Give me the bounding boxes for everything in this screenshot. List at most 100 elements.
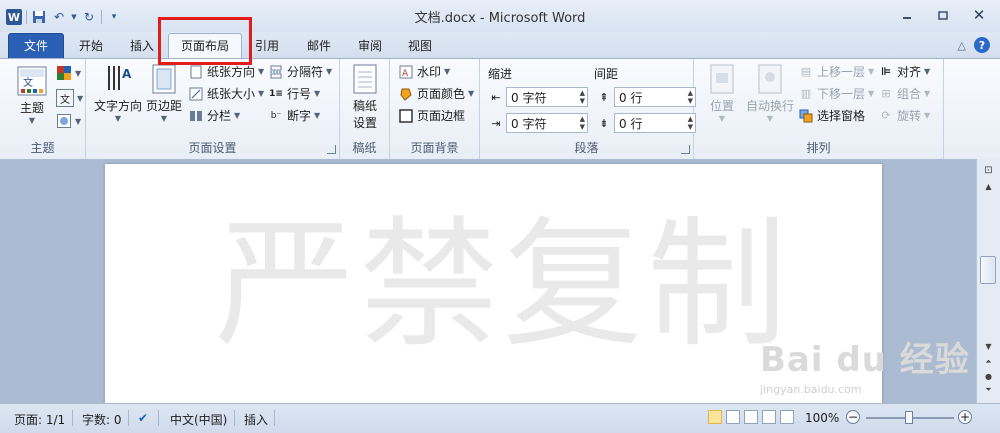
position-label: 位置	[709, 99, 734, 113]
print-layout-view-icon[interactable]	[708, 410, 722, 424]
scroll-down-icon[interactable]: ▼	[980, 339, 997, 353]
theme-colors-button[interactable]: ▼	[56, 65, 81, 81]
draft-paper-settings-button[interactable]: 稿纸 设置	[345, 63, 385, 131]
status-bar: 页面: 1/1 字数: 0 ✔ 中文(中国) 插入 100% − +	[0, 403, 1000, 433]
page-borders-icon	[398, 108, 414, 124]
next-page-icon[interactable]: ⏷	[980, 383, 997, 397]
right-indent-spinner-icon[interactable]: ▲ ▼	[580, 115, 585, 131]
paragraph-launcher-icon[interactable]	[681, 145, 690, 154]
hyphenation-button[interactable]: b⁻ 断字 ▼	[268, 107, 320, 124]
theme-effects-dropdown-icon: ▼	[75, 116, 82, 126]
page-borders-button[interactable]: 页面边框	[398, 107, 465, 124]
send-backward-button[interactable]: ▥ 下移一层 ▼	[798, 85, 874, 102]
group-label-page-background: 页面背景	[410, 141, 459, 155]
svg-text:文: 文	[23, 76, 33, 89]
tab-review[interactable]: 审阅	[346, 34, 394, 58]
columns-button[interactable]: 分栏 ▼	[188, 107, 240, 124]
highlight-box	[158, 17, 252, 65]
status-separator	[72, 410, 73, 426]
zoom-level[interactable]: 100%	[805, 411, 839, 425]
status-mode[interactable]: 插入	[244, 411, 268, 428]
zoom-out-icon[interactable]: −	[846, 410, 860, 424]
status-words[interactable]: 字数: 0	[82, 411, 122, 428]
tab-file[interactable]: 文件	[8, 33, 64, 58]
select-browse-object-icon[interactable]: ●	[980, 369, 997, 383]
close-button[interactable]: ✕	[968, 6, 990, 24]
tab-mailings[interactable]: 邮件	[294, 34, 344, 58]
status-separator-2	[128, 410, 129, 426]
group-themes: 文 主题 ▼ ▼ 文 ▼ ▼ 主题	[0, 59, 86, 159]
spacing-heading: 间距	[594, 67, 619, 81]
themes-button[interactable]: 文 主题 ▼	[12, 65, 52, 125]
theme-fonts-button[interactable]: 文 ▼	[56, 89, 83, 107]
spacing-before-spinner-icon[interactable]: ▲ ▼	[688, 89, 693, 105]
group-button[interactable]: ⊞ 组合 ▼	[878, 85, 930, 102]
status-page[interactable]: 页面: 1/1	[14, 411, 65, 428]
theme-effects-button[interactable]: ▼	[56, 113, 81, 129]
zoom-in-icon[interactable]: +	[958, 410, 972, 424]
bring-forward-label: 上移一层	[817, 65, 866, 79]
theme-fonts-dropdown-icon: ▼	[77, 93, 84, 103]
outline-view-icon[interactable]	[762, 410, 776, 424]
hyphenation-label: 断字	[287, 109, 312, 123]
spacing-after-input[interactable]: 0 行 ▲ ▼	[614, 113, 696, 133]
page-setup-launcher-icon[interactable]	[327, 145, 336, 154]
tab-view[interactable]: 视图	[396, 34, 444, 58]
draft-view-icon[interactable]	[780, 410, 794, 424]
tab-home[interactable]: 开始	[66, 34, 116, 58]
hyphenation-dropdown-icon: ▼	[314, 111, 321, 120]
size-button[interactable]: 纸张大小 ▼	[188, 85, 264, 102]
selection-pane-button[interactable]: 选择窗格	[798, 107, 865, 124]
vertical-scrollbar[interactable]: ⊡ ▲ ▼ ⏶ ● ⏷	[976, 159, 1000, 403]
line-numbers-icon: 1≡	[269, 88, 283, 99]
wrap-text-button[interactable]: 自动换行 ▼	[744, 63, 796, 123]
align-button[interactable]: ⊫ 对齐 ▼	[878, 63, 930, 80]
bring-forward-button[interactable]: ▤ 上移一层 ▼	[798, 63, 874, 80]
orientation-label: 纸张方向	[207, 65, 256, 79]
group-label-paragraph: 段落	[574, 141, 599, 155]
rotate-button[interactable]: ⟳ 旋转 ▼	[878, 107, 930, 124]
draft-paper-icon	[349, 63, 381, 95]
zoom-slider-thumb[interactable]	[905, 411, 913, 424]
orientation-button[interactable]: 纸张方向 ▼	[188, 63, 264, 80]
selection-pane-label: 选择窗格	[817, 109, 866, 123]
line-numbers-button[interactable]: 1≡ 行号 ▼	[268, 85, 320, 102]
group-page-setup: A 文字方向 ▼ 页边距 ▼ 纸张方向 ▼ 纸张大小 ▼ 分栏 ▼ 分隔符 ▼ …	[86, 59, 340, 159]
restore-button[interactable]	[932, 6, 954, 24]
ruler-toggle-icon[interactable]: ⊡	[980, 163, 997, 177]
text-direction-label: 文字方向	[93, 99, 142, 113]
full-screen-reading-view-icon[interactable]	[726, 410, 740, 424]
spacing-after-spinner-icon[interactable]: ▲ ▼	[688, 115, 693, 131]
page-color-icon	[398, 86, 414, 102]
margins-button[interactable]: 页边距 ▼	[144, 63, 184, 123]
page-color-dropdown-icon: ▼	[468, 89, 475, 98]
minimize-ribbon-icon[interactable]: △	[958, 39, 966, 52]
spacing-before-input[interactable]: 0 行 ▲ ▼	[614, 87, 696, 107]
right-indent-input[interactable]: 0 字符 ▲ ▼	[506, 113, 588, 133]
themes-label: 主题	[19, 101, 44, 115]
text-direction-button[interactable]: A 文字方向 ▼	[92, 63, 144, 123]
page-color-button[interactable]: 页面颜色 ▼	[398, 85, 474, 102]
site-watermark-url: jingyan.baidu.com	[760, 383, 862, 396]
proofing-icon[interactable]: ✔	[138, 411, 148, 425]
group-draft-paper: 稿纸 设置 稿纸	[340, 59, 390, 159]
hyphenation-icon: b⁻	[270, 110, 282, 121]
minimize-button[interactable]	[896, 6, 918, 24]
status-separator-5	[274, 410, 275, 426]
help-icon[interactable]: ?	[974, 37, 990, 53]
wrap-text-dropdown-icon: ▼	[766, 114, 774, 123]
ribbon-tab-bar: 文件 开始 插入 页面布局 引用 邮件 审阅 视图 △ ?	[0, 32, 1000, 60]
previous-page-icon[interactable]: ⏶	[980, 355, 997, 369]
watermark-button[interactable]: A 水印 ▼	[398, 63, 450, 80]
left-indent-input[interactable]: 0 字符 ▲ ▼	[506, 87, 588, 107]
breaks-button[interactable]: 分隔符 ▼	[268, 63, 332, 80]
scroll-up-icon[interactable]: ▲	[980, 179, 997, 193]
web-layout-view-icon[interactable]	[744, 410, 758, 424]
scrollbar-thumb[interactable]	[980, 256, 996, 284]
position-button[interactable]: 位置 ▼	[702, 63, 742, 123]
theme-fonts-icon: 文	[56, 89, 74, 107]
align-label: 对齐	[897, 65, 922, 79]
left-indent-spinner-icon[interactable]: ▲ ▼	[580, 89, 585, 105]
group-label-page-setup: 页面设置	[188, 141, 237, 155]
status-language[interactable]: 中文(中国)	[170, 411, 227, 428]
